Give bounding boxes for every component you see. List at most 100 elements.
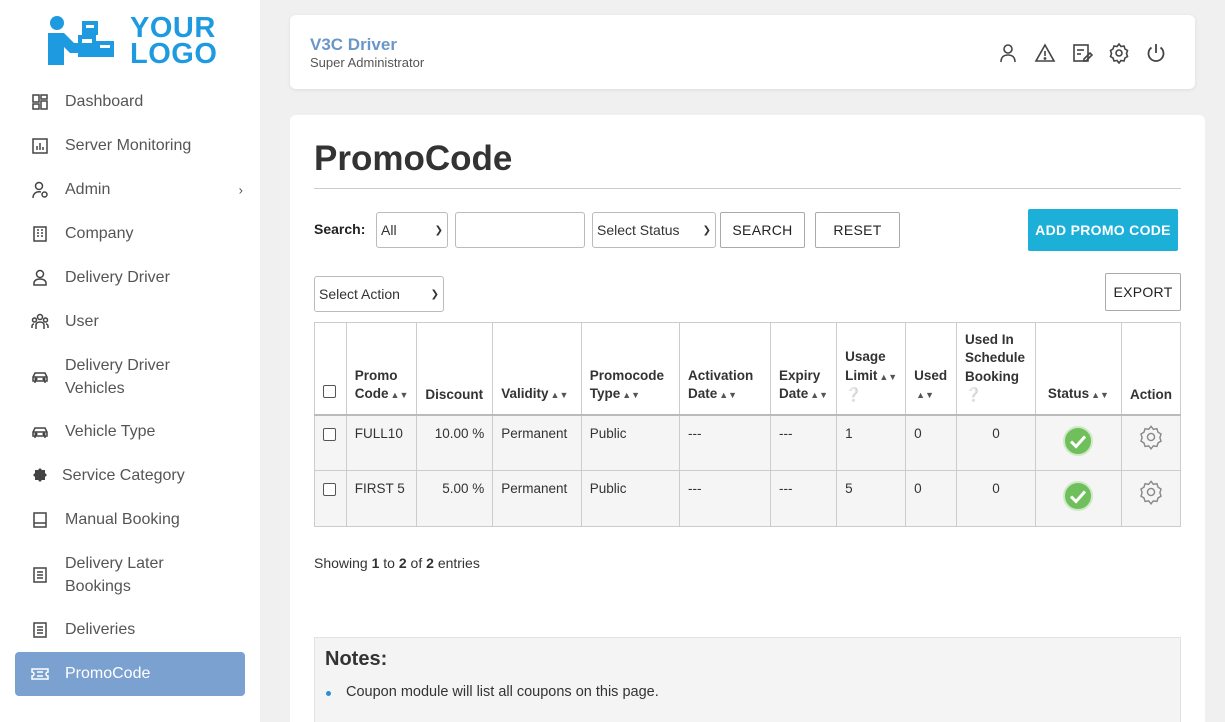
status-cell — [1034, 414, 1123, 471]
list-icon — [31, 566, 49, 584]
sidebar-item-label: Dashboard — [65, 93, 144, 110]
export-button[interactable]: EXPORT — [1105, 273, 1181, 311]
col-usage-limit[interactable]: Usage Limit ▲▼ ❔ — [836, 322, 907, 415]
sidebar-item-user[interactable]: User — [15, 300, 245, 344]
sidebar-item-vehicle-type[interactable]: Vehicle Type — [15, 410, 245, 454]
logo-line-2: LOGO — [130, 38, 218, 70]
sidebar-item-label: Admin — [65, 181, 111, 198]
sidebar-item-server-monitoring[interactable]: Server Monitoring — [15, 124, 245, 168]
notes-title: Notes: — [325, 648, 388, 670]
dashboard-icon — [31, 93, 49, 111]
col-action: Action — [1121, 322, 1181, 415]
sidebar-item-label: Service Category — [62, 467, 185, 484]
sidebar: YOUR LOGO Dashboard Server Monitoring Ad… — [0, 0, 260, 722]
list-icon — [31, 621, 49, 639]
search-field-select[interactable]: All ❯ — [376, 212, 448, 248]
sort-icon: ▲▼ — [622, 390, 641, 400]
delivery-logo-icon — [44, 13, 122, 69]
used-cell: 0 — [905, 470, 958, 527]
settings-icon[interactable] — [1108, 42, 1130, 65]
select-all-header — [314, 322, 347, 415]
main-content: PromoCode Search: All ❯ Select Status ❯ … — [290, 115, 1205, 722]
sidebar-item-service-category[interactable]: Service Category — [15, 454, 245, 498]
status-active-check-icon[interactable] — [1063, 425, 1094, 459]
validity-cell: Permanent — [492, 470, 582, 527]
logo[interactable]: YOUR LOGO — [44, 12, 219, 70]
table-row: FIRST 5 5.00 % Permanent Public --- --- … — [314, 470, 1181, 527]
col-used[interactable]: Used ▲▼ — [905, 322, 958, 415]
sidebar-item-dashboard[interactable]: Dashboard — [15, 80, 245, 124]
sort-icon: ▲▼ — [550, 390, 569, 400]
gear-icon[interactable] — [1138, 480, 1164, 508]
sort-icon: ▲▼ — [390, 390, 409, 400]
sidebar-item-label: Delivery Driver — [65, 269, 170, 286]
pagination-info: Showing 1 to 2 of 2 entries — [314, 555, 480, 571]
chevron-down-icon: ❯ — [430, 288, 439, 300]
power-icon[interactable] — [1145, 42, 1167, 64]
search-input[interactable] — [455, 212, 585, 248]
col-promocode-type[interactable]: Promocode Type ▲▼ — [580, 322, 680, 415]
reset-button[interactable]: RESET — [815, 212, 900, 248]
search-field-value: All — [381, 222, 397, 238]
status-active-check-icon[interactable] — [1063, 481, 1094, 514]
row-checkbox[interactable] — [323, 427, 336, 441]
title-divider — [314, 188, 1181, 189]
gear-icon[interactable] — [1138, 424, 1164, 453]
logo-text: YOUR LOGO — [130, 14, 218, 70]
status-select[interactable]: Select Status ❯ — [592, 212, 716, 248]
sidebar-item-delivery-driver[interactable]: Delivery Driver — [15, 256, 245, 300]
col-expiry-date[interactable]: Expiry Date ▲▼ — [769, 322, 838, 415]
col-promo-code[interactable]: Promo Code ▲▼ — [345, 322, 418, 415]
sidebar-item-label: Server Monitoring — [65, 137, 192, 154]
search-button[interactable]: SEARCH — [720, 212, 805, 248]
sidebar-item-manual-booking[interactable]: Manual Booking — [15, 498, 245, 542]
promo-code-cell: FIRST 5 — [345, 470, 418, 527]
usage-limit-cell: 1 — [836, 414, 907, 471]
usage-limit-cell: 5 — [836, 470, 907, 527]
col-validity[interactable]: Validity ▲▼ — [492, 322, 582, 415]
edit-note-icon[interactable] — [1071, 42, 1094, 64]
notes-list: Coupon module will list all coupons on t… — [325, 684, 659, 700]
type-cell: Public — [580, 470, 680, 527]
type-cell: Public — [580, 414, 680, 471]
header-icons — [997, 42, 1167, 65]
action-cell — [1121, 470, 1181, 527]
sort-icon: ▲▼ — [810, 390, 829, 400]
promo-code-table: Promo Code ▲▼ Discount Validity ▲▼ Promocod… — [314, 322, 1181, 527]
sidebar-item-label: User — [65, 313, 99, 330]
sidebar-item-label: Company — [65, 225, 134, 242]
sidebar-item-delivery-driver-vehicles[interactable]: Delivery Driver Vehicles — [15, 344, 245, 410]
help-icon: ❔ — [845, 387, 862, 402]
sidebar-item-label: Vehicle Type — [65, 423, 156, 440]
table-header-row: Promo Code ▲▼ Discount Validity ▲▼ Promocod… — [314, 322, 1181, 415]
row-select-cell — [314, 414, 347, 471]
sidebar-item-company[interactable]: Company — [15, 212, 245, 256]
used-schedule-cell: 0 — [956, 414, 1036, 471]
table-row: FULL10 10.00 % Permanent Public --- --- … — [314, 414, 1181, 471]
warning-icon[interactable] — [1034, 42, 1056, 64]
car-icon — [31, 368, 49, 386]
chevron-down-icon: ❯ — [702, 224, 711, 236]
sidebar-item-label: PromoCode — [65, 665, 151, 682]
bulk-action-select[interactable]: Select Action ❯ — [314, 276, 444, 312]
search-label: Search: — [314, 221, 366, 237]
status-select-value: Select Status — [597, 222, 680, 238]
sidebar-item-delivery-later-bookings[interactable]: Delivery Later Bookings — [15, 542, 245, 608]
used-schedule-cell: 0 — [956, 470, 1036, 527]
col-used-in-schedule-booking: Used In Schedule Booking ❔ — [956, 322, 1036, 415]
sidebar-item-admin[interactable]: Admin › — [15, 168, 245, 212]
gear-badge-icon — [31, 467, 49, 485]
row-checkbox[interactable] — [323, 483, 336, 496]
notes-item: Coupon module will list all coupons on t… — [325, 684, 659, 700]
sidebar-item-label: Delivery Driver Vehicles — [65, 357, 170, 397]
add-promo-code-button[interactable]: ADD PROMO CODE — [1028, 209, 1178, 251]
user-role: Super Administrator — [310, 55, 425, 70]
col-status[interactable]: Status ▲▼ — [1034, 322, 1123, 415]
col-activation-date[interactable]: Activation Date ▲▼ — [678, 322, 771, 415]
profile-icon[interactable] — [997, 42, 1019, 64]
select-all-checkbox[interactable] — [323, 385, 336, 398]
sort-icon: ▲▼ — [1091, 390, 1109, 400]
sidebar-item-promocode[interactable]: PromoCode — [15, 652, 245, 696]
sidebar-item-deliveries[interactable]: Deliveries — [15, 608, 245, 652]
car-icon — [31, 423, 49, 441]
